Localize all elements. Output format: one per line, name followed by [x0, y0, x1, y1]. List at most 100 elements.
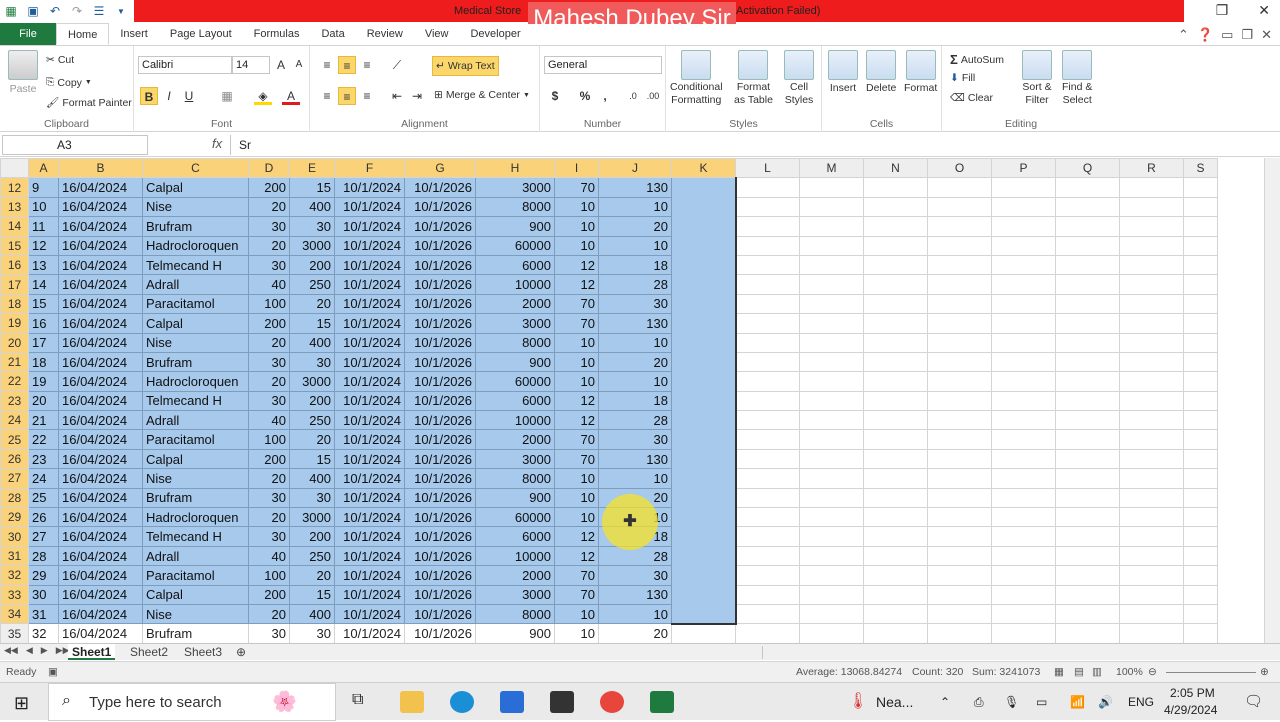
cell-e[interactable]: 250 — [289, 545, 335, 567]
format-cells-button[interactable]: Format — [904, 50, 937, 94]
cell-a[interactable]: 15 — [28, 293, 59, 315]
cell-j[interactable]: 10 — [598, 371, 672, 392]
cell-b[interactable]: 16/04/2024 — [58, 584, 143, 605]
empty-cell[interactable] — [735, 216, 800, 237]
row-header[interactable]: 35 — [0, 623, 29, 643]
decrease-font-icon[interactable]: A — [290, 56, 308, 74]
empty-cell[interactable] — [1183, 429, 1218, 450]
customize-qat-icon[interactable]: ▼ — [112, 2, 130, 20]
cell-f[interactable]: 10/1/2024 — [334, 390, 405, 412]
empty-cell[interactable] — [799, 235, 864, 256]
column-header-c[interactable]: C — [142, 158, 249, 179]
empty-cell[interactable] — [799, 216, 864, 237]
empty-cell[interactable] — [799, 254, 864, 276]
restore-window-icon[interactable]: ❐ — [1241, 27, 1253, 43]
language-indicator[interactable]: ENG — [1128, 683, 1154, 721]
empty-cell[interactable] — [927, 254, 992, 276]
empty-cell[interactable] — [1119, 603, 1184, 625]
cell-f[interactable]: 10/1/2024 — [334, 584, 405, 605]
cell-d[interactable]: 30 — [248, 254, 290, 276]
cell-g[interactable]: 10/1/2026 — [404, 565, 476, 586]
copy-button[interactable]: ⎘ Copy ▼ — [46, 76, 92, 89]
sort-filter-button[interactable]: Sort & Filter — [1022, 50, 1052, 106]
cell-h[interactable]: 8000 — [475, 603, 555, 625]
cell-c[interactable]: Telmecand H — [142, 390, 249, 412]
empty-cell[interactable] — [1119, 274, 1184, 295]
empty-cell[interactable] — [735, 293, 800, 315]
empty-cell[interactable] — [1119, 584, 1184, 605]
undo-icon[interactable]: ↶ — [46, 2, 64, 20]
cell-f[interactable]: 10/1/2024 — [334, 565, 405, 586]
empty-cell[interactable] — [927, 429, 992, 450]
row-header[interactable]: 20 — [0, 332, 29, 353]
cell-g[interactable]: 10/1/2026 — [404, 177, 476, 198]
row-header[interactable]: 32 — [0, 565, 29, 586]
decrease-decimal-icon[interactable]: .00 — [644, 87, 662, 105]
cell-j[interactable]: 30 — [598, 565, 672, 586]
empty-cell[interactable] — [1055, 603, 1120, 625]
empty-cell[interactable] — [1055, 507, 1120, 528]
cell-d[interactable]: 40 — [248, 410, 290, 431]
wrap-text-button[interactable]: ↵ Wrap Text — [432, 56, 499, 76]
empty-cell[interactable] — [1183, 371, 1218, 392]
cell-c[interactable]: Nise — [142, 196, 249, 218]
column-header-e[interactable]: E — [289, 158, 335, 179]
column-header-k[interactable]: K — [671, 158, 736, 179]
cell-c[interactable]: Adrall — [142, 274, 249, 295]
cell-b[interactable]: 16/04/2024 — [58, 623, 143, 643]
empty-cell[interactable] — [863, 293, 928, 315]
empty-cell[interactable] — [1119, 468, 1184, 489]
minimize-window-icon[interactable]: ▭ — [1221, 27, 1233, 43]
form-icon[interactable]: ☰ — [90, 2, 108, 20]
cell-h[interactable]: 3000 — [475, 584, 555, 605]
empty-cell[interactable] — [927, 235, 992, 256]
cell-g[interactable]: 10/1/2026 — [404, 603, 476, 625]
cell-c[interactable]: Telmecand H — [142, 526, 249, 547]
cell-b[interactable]: 16/04/2024 — [58, 254, 143, 276]
horizontal-scrollbar[interactable] — [762, 646, 1256, 659]
empty-cell[interactable] — [1119, 196, 1184, 218]
cell-k[interactable] — [671, 371, 737, 392]
cell-i[interactable]: 10 — [554, 371, 599, 392]
empty-cell[interactable] — [1183, 623, 1218, 643]
font-size-select[interactable]: 14 — [232, 56, 270, 74]
column-header-n[interactable]: N — [863, 158, 928, 179]
empty-cell[interactable] — [991, 603, 1056, 625]
empty-cell[interactable] — [927, 487, 992, 509]
empty-cell[interactable] — [1055, 293, 1120, 315]
cell-b[interactable]: 16/04/2024 — [58, 526, 143, 547]
empty-cell[interactable] — [991, 235, 1056, 256]
cell-d[interactable]: 200 — [248, 584, 290, 605]
empty-cell[interactable] — [1055, 332, 1120, 353]
empty-cell[interactable] — [735, 274, 800, 295]
cell-i[interactable]: 12 — [554, 410, 599, 431]
cell-d[interactable]: 200 — [248, 313, 290, 334]
empty-cell[interactable] — [1183, 313, 1218, 334]
empty-cell[interactable] — [1119, 216, 1184, 237]
cell-h[interactable]: 8000 — [475, 468, 555, 489]
empty-cell[interactable] — [1055, 351, 1120, 373]
cell-f[interactable]: 10/1/2024 — [334, 216, 405, 237]
clock-date[interactable]: 4/29/2024 — [1164, 703, 1217, 717]
column-header-g[interactable]: G — [404, 158, 476, 179]
cell-c[interactable]: Brufram — [142, 623, 249, 643]
chrome-icon[interactable] — [600, 691, 624, 713]
page-layout-view-icon[interactable]: ▤ — [1074, 666, 1084, 678]
row-header[interactable]: 14 — [0, 216, 29, 237]
italic-button[interactable]: I — [160, 87, 178, 105]
empty-cell[interactable] — [927, 545, 992, 567]
empty-cell[interactable] — [863, 177, 928, 198]
cell-g[interactable]: 10/1/2026 — [404, 410, 476, 431]
empty-cell[interactable] — [1119, 429, 1184, 450]
worksheet-grid[interactable]: ABCDEFGHIJKLMNOPQRS 12 9 16/04/2024 Calpal 2… — [0, 158, 1264, 643]
cell-e[interactable]: 20 — [289, 293, 335, 315]
empty-cell[interactable] — [735, 429, 800, 450]
row-header[interactable]: 12 — [0, 177, 29, 198]
cell-d[interactable]: 200 — [248, 448, 290, 470]
empty-cell[interactable] — [1183, 196, 1218, 218]
cell-d[interactable]: 30 — [248, 623, 290, 643]
meet-now-icon[interactable]: ⎙ — [974, 683, 984, 721]
cell-g[interactable]: 10/1/2026 — [404, 507, 476, 528]
cell-g[interactable]: 10/1/2026 — [404, 623, 476, 643]
empty-cell[interactable] — [991, 487, 1056, 509]
